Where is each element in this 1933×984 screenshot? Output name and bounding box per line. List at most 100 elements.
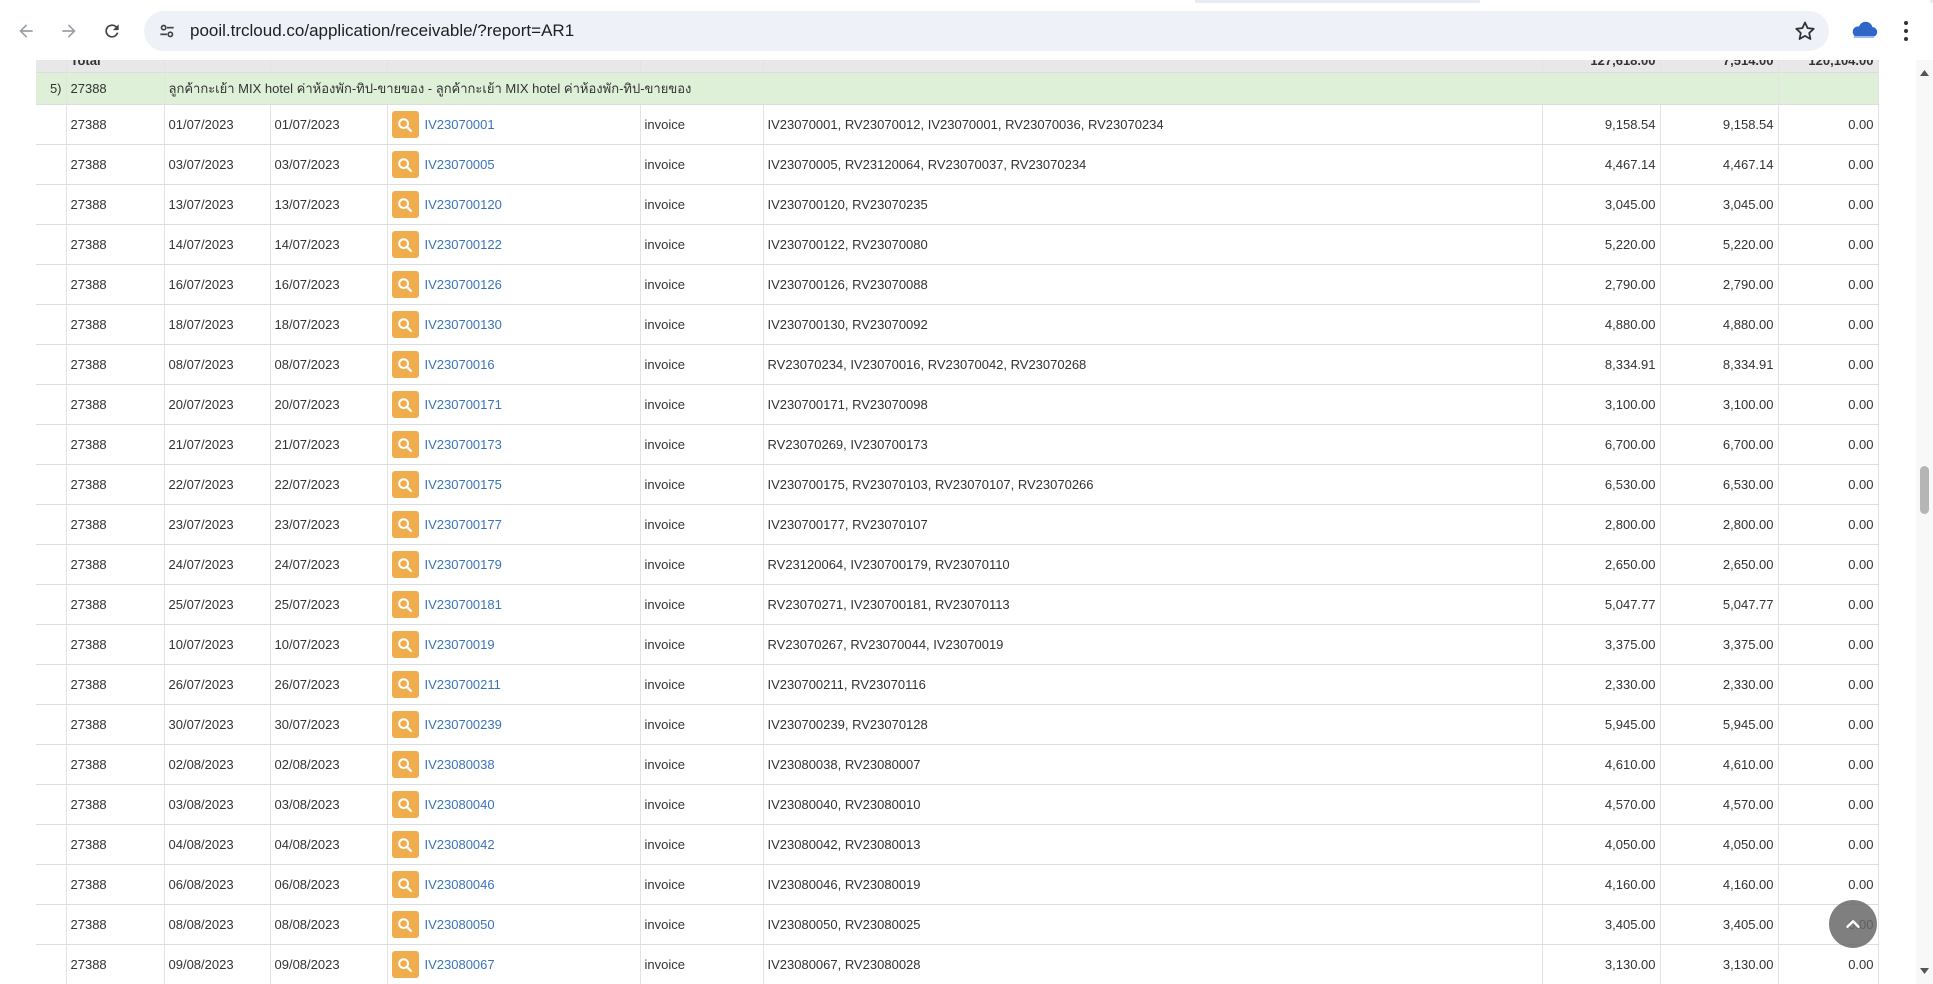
document-link[interactable]: IV23070019 [425,637,495,652]
table-row: 27388 02/08/2023 02/08/2023 IV23080038 invoi… [36,744,1879,785]
view-document-button[interactable] [391,511,419,538]
amount: 8,334.91 [1542,344,1661,385]
customer-code: 27388 [66,904,165,945]
view-document-button[interactable] [391,231,419,258]
scrollbar-thumb[interactable] [1920,466,1929,514]
document-link[interactable]: IV230700122 [425,237,502,252]
document-link[interactable]: IV230700171 [425,397,502,412]
amount: 4,610.00 [1542,744,1661,785]
balance: 0.00 [1778,504,1879,545]
search-icon [398,277,413,292]
document-cell: IV23080046 [387,864,641,905]
paid-amount: 5,220.00 [1660,224,1779,265]
table-row: 27388 22/07/2023 22/07/2023 IV230700175 invo… [36,464,1879,505]
bookmark-button[interactable] [1793,19,1817,43]
document-link[interactable]: IV230700120 [425,197,502,212]
doc-date: 20/07/2023 [164,384,271,425]
document-link[interactable]: IV23080046 [425,877,495,892]
due-date: 16/07/2023 [270,264,388,305]
view-document-button[interactable] [391,351,419,378]
document-cell: IV230700122 [387,224,641,265]
scroll-up-icon[interactable] [1919,68,1930,78]
document-link[interactable]: IV23080038 [425,757,495,772]
customer-group-row: 5) 27388 ลูกค้ากะเย้า MIX hotel ค่าห้องพ… [36,72,1879,105]
arrow-left-icon [19,24,33,38]
doc-date: 18/07/2023 [164,304,271,345]
view-document-button[interactable] [391,311,419,338]
view-document-button[interactable] [391,871,419,898]
balance: 0.00 [1778,104,1879,145]
view-document-button[interactable] [391,831,419,858]
table-row: 27388 03/08/2023 03/08/2023 IV23080040 invoi… [36,784,1879,825]
scroll-down-icon[interactable] [1919,966,1930,976]
document-link[interactable]: IV23080050 [425,917,495,932]
paid-amount: 9,158.54 [1660,104,1779,145]
doc-date: 26/07/2023 [164,664,271,705]
view-document-button[interactable] [391,111,419,138]
view-document-button[interactable] [391,791,419,818]
document-link[interactable]: IV230700126 [425,277,502,292]
document-link[interactable]: IV230700211 [425,677,501,692]
balance: 0.00 [1778,384,1879,425]
view-document-button[interactable] [391,471,419,498]
url-text[interactable]: pooil.trcloud.co/application/receivable/… [190,21,574,41]
document-link[interactable]: IV230700177 [425,517,502,532]
browser-menu-button[interactable] [1898,18,1914,44]
address-bar[interactable]: pooil.trcloud.co/application/receivable/… [144,11,1829,51]
customer-code: 27388 [66,464,165,505]
document-link[interactable]: IV23080042 [425,837,495,852]
reload-button[interactable] [95,14,129,48]
document-link[interactable]: IV230700179 [425,557,502,572]
reference-list: IV23080050, RV23080025 [763,904,1543,945]
view-document-button[interactable] [391,391,419,418]
doc-type: invoice [640,944,764,984]
document-link[interactable]: IV23070016 [425,357,495,372]
view-document-button[interactable] [391,951,419,978]
search-icon [398,117,413,132]
paid-amount: 4,570.00 [1660,784,1779,825]
kebab-menu-icon [1904,21,1908,41]
view-document-button[interactable] [391,271,419,298]
extension-button[interactable] [1850,18,1878,42]
forward-button[interactable] [52,14,86,48]
view-document-button[interactable] [391,911,419,938]
customer-code: 27388 [66,944,165,984]
document-link[interactable]: IV23070005 [425,157,495,172]
view-document-button[interactable] [391,431,419,458]
document-cell: IV23070016 [387,344,641,385]
table-row: 27388 03/07/2023 03/07/2023 IV23070005 invoi… [36,144,1879,185]
paid-amount: 2,800.00 [1660,504,1779,545]
balance: 0.00 [1778,824,1879,865]
document-link[interactable]: IV23080040 [425,797,495,812]
due-date: 20/07/2023 [270,384,388,425]
browser-toolbar: pooil.trcloud.co/application/receivable/… [0,0,1933,61]
document-link[interactable]: IV230700239 [425,717,502,732]
document-link[interactable]: IV230700130 [425,317,502,332]
document-link[interactable]: IV230700173 [425,437,502,452]
customer-code: 27388 [66,344,165,385]
site-settings-button[interactable] [156,20,178,42]
view-document-button[interactable] [391,671,419,698]
back-to-top-button[interactable] [1829,900,1877,948]
balance: 0.00 [1778,944,1879,984]
doc-date: 22/07/2023 [164,464,271,505]
view-document-button[interactable] [391,751,419,778]
table-row: 27388 04/08/2023 04/08/2023 IV23080042 invoi… [36,824,1879,865]
view-document-button[interactable] [391,631,419,658]
balance: 0.00 [1778,144,1879,185]
customer-code: 27388 [66,544,165,585]
view-document-button[interactable] [391,591,419,618]
view-document-button[interactable] [391,551,419,578]
view-document-button[interactable] [391,711,419,738]
view-document-button[interactable] [391,151,419,178]
document-link[interactable]: IV230700175 [425,477,502,492]
doc-type: invoice [640,584,764,625]
page-scrollbar[interactable] [1916,60,1933,984]
back-button[interactable] [9,14,43,48]
view-document-button[interactable] [391,191,419,218]
doc-date: 23/07/2023 [164,504,271,545]
document-link[interactable]: IV230700181 [425,597,502,612]
document-link[interactable]: IV23080067 [425,957,495,972]
document-link[interactable]: IV23070001 [425,117,495,132]
balance: 0.00 [1778,664,1879,705]
